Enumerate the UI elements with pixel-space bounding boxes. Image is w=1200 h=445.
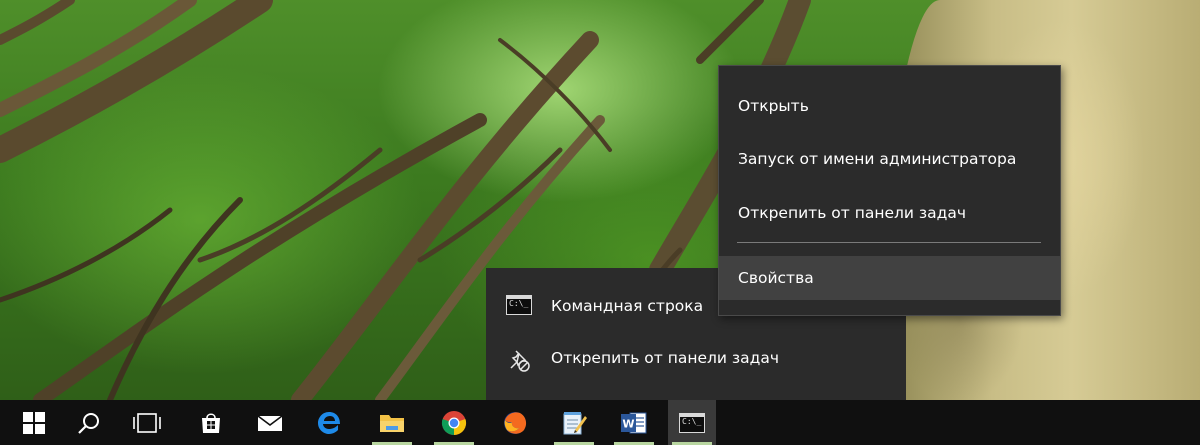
unpin-icon	[506, 347, 532, 372]
edge-icon	[318, 411, 340, 434]
context-menu: Открыть Запуск от имени администратора О…	[718, 65, 1061, 316]
search-button[interactable]	[65, 400, 113, 445]
task-view-button[interactable]	[123, 400, 171, 445]
store-button[interactable]	[187, 400, 235, 445]
jump-list-item-unpin[interactable]: Открепить от панели задач	[486, 334, 906, 382]
svg-text:W: W	[622, 417, 634, 430]
search-icon	[78, 412, 99, 434]
menu-item-properties[interactable]: Свойства	[719, 256, 1060, 300]
firefox-button[interactable]	[491, 400, 539, 445]
word-icon: W	[621, 412, 647, 433]
cmd-icon: C:\_	[506, 295, 532, 317]
notepad-button[interactable]	[550, 400, 598, 445]
menu-separator	[737, 242, 1041, 243]
firefox-icon	[504, 411, 527, 434]
edge-button[interactable]	[305, 400, 353, 445]
file-explorer-button[interactable]	[368, 400, 416, 445]
chrome-icon	[441, 410, 467, 435]
store-icon	[202, 412, 220, 433]
word-button[interactable]: W	[610, 400, 658, 445]
mail-button[interactable]	[246, 400, 294, 445]
start-button[interactable]	[10, 400, 58, 445]
chrome-button[interactable]	[430, 400, 478, 445]
folder-icon	[380, 414, 404, 432]
menu-item-run-as-administrator[interactable]: Запуск от имени администратора	[719, 137, 1060, 181]
jump-list-item-label: Открепить от панели задач	[551, 349, 780, 367]
notepad-icon	[563, 411, 587, 434]
cmd-icon: C:\_	[679, 412, 705, 433]
mail-icon	[257, 414, 283, 431]
jump-list-item-label: Командная строка	[551, 297, 704, 315]
taskbar: W C:\_	[0, 400, 1200, 445]
windows-logo-icon	[23, 411, 45, 434]
menu-item-open[interactable]: Открыть	[719, 84, 1060, 128]
menu-item-unpin-from-taskbar[interactable]: Открепить от панели задач	[719, 191, 1060, 235]
task-view-icon	[133, 412, 161, 433]
cmd-button[interactable]: C:\_	[668, 400, 716, 445]
